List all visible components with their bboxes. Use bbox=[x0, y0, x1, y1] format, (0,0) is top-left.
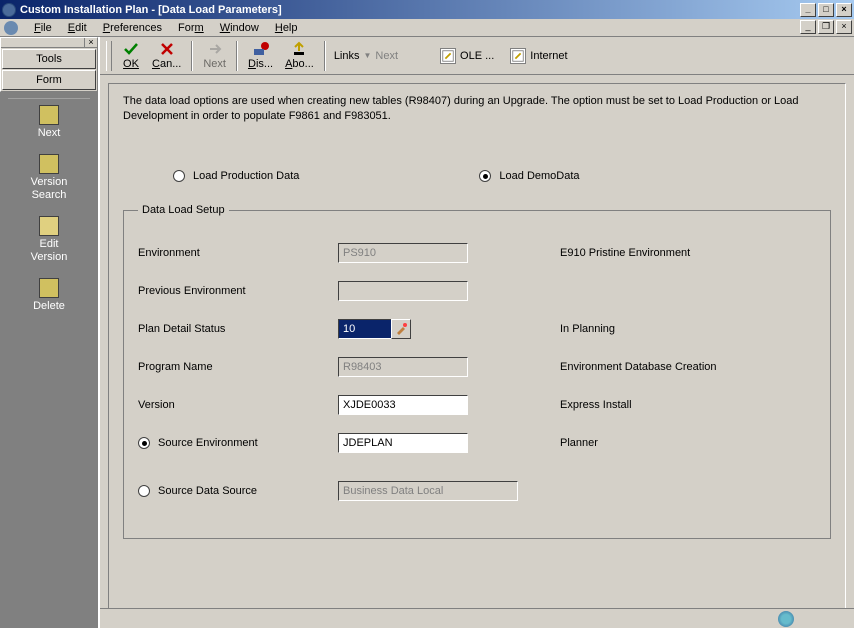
prev-environment-label: Previous Environment bbox=[138, 285, 338, 297]
toolbar-grip[interactable] bbox=[106, 41, 112, 71]
internet-button[interactable]: Internet bbox=[510, 48, 567, 64]
internet-label: Internet bbox=[530, 50, 567, 62]
flashlight-icon bbox=[394, 322, 408, 336]
tool-panel-close-icon[interactable]: × bbox=[85, 38, 97, 47]
tools-button[interactable]: Tools bbox=[2, 49, 96, 69]
mdi-app-icon[interactable] bbox=[4, 21, 18, 35]
app-icon bbox=[2, 3, 16, 17]
plan-status-field[interactable] bbox=[338, 319, 392, 339]
arrow-right-icon bbox=[206, 41, 224, 57]
ole-label: OLE ... bbox=[460, 50, 494, 62]
menu-window[interactable]: Window bbox=[212, 20, 267, 36]
ok-label: OK bbox=[123, 58, 139, 70]
ole-button[interactable]: OLE ... bbox=[440, 48, 494, 64]
statusbar bbox=[100, 608, 854, 628]
tool-panel-grip[interactable] bbox=[1, 38, 85, 47]
search-icon bbox=[39, 154, 59, 174]
environment-label: Environment bbox=[138, 247, 338, 259]
version-field[interactable] bbox=[338, 395, 468, 415]
version-desc: Express Install bbox=[530, 399, 816, 411]
source-data-source-label: Source Data Source bbox=[158, 485, 257, 497]
description-text: The data load options are used when crea… bbox=[123, 94, 831, 124]
load-type-radio-group: Load Production Data Load DemoData bbox=[123, 142, 831, 204]
left-panel: × Tools Form Next VersionSearch EditVers… bbox=[0, 37, 98, 628]
menubar: File Edit Preferences Form Window Help _… bbox=[0, 19, 854, 37]
mdi-minimize-button[interactable]: _ bbox=[800, 20, 816, 34]
checkmark-icon bbox=[122, 41, 140, 57]
sidebar: Next VersionSearch EditVersion Delete bbox=[0, 92, 98, 628]
source-environment-desc: Planner bbox=[530, 437, 816, 449]
sidebar-label-edit-version: EditVersion bbox=[0, 238, 98, 264]
environment-field bbox=[338, 243, 468, 263]
source-environment-label: Source Environment bbox=[158, 437, 258, 449]
close-button[interactable]: × bbox=[836, 3, 852, 17]
arrow-right-icon bbox=[39, 105, 59, 125]
visual-assist-button[interactable] bbox=[391, 319, 411, 339]
links-label[interactable]: Links ▼ Next bbox=[334, 50, 398, 62]
radio-selected-icon bbox=[138, 437, 150, 449]
version-label: Version bbox=[138, 399, 338, 411]
sidebar-label-version-search: VersionSearch bbox=[0, 176, 98, 202]
cancel-button[interactable]: Can... bbox=[146, 41, 187, 70]
data-load-setup-fieldset: Data Load Setup Environment E910 Pristin… bbox=[123, 204, 831, 539]
sidebar-item-version-search[interactable]: VersionSearch bbox=[0, 154, 98, 202]
prev-environment-field bbox=[338, 281, 468, 301]
sidebar-item-next[interactable]: Next bbox=[0, 105, 98, 140]
edit-icon bbox=[39, 216, 59, 236]
x-icon bbox=[158, 41, 176, 57]
mdi-restore-button[interactable]: ❐ bbox=[818, 20, 834, 34]
window-titlebar: Custom Installation Plan - [Data Load Pa… bbox=[0, 0, 854, 19]
environment-desc: E910 Pristine Environment bbox=[530, 247, 816, 259]
source-data-source-field bbox=[338, 481, 518, 501]
plan-status-label: Plan Detail Status bbox=[138, 323, 338, 335]
ok-button[interactable]: OK bbox=[116, 41, 146, 70]
about-button[interactable]: Abo... bbox=[279, 41, 320, 70]
program-name-field bbox=[338, 357, 468, 377]
menu-edit[interactable]: Edit bbox=[60, 20, 95, 36]
links-next-label: Next bbox=[375, 50, 398, 62]
menu-help[interactable]: Help bbox=[267, 20, 306, 36]
radio-icon bbox=[173, 170, 185, 182]
menu-form[interactable]: Form bbox=[170, 20, 212, 36]
sidebar-label-delete: Delete bbox=[0, 300, 98, 313]
ole-icon bbox=[440, 48, 456, 64]
display-icon bbox=[252, 41, 270, 57]
display-button[interactable]: Dis... bbox=[242, 41, 279, 70]
window-title: Custom Installation Plan - [Data Load Pa… bbox=[20, 4, 800, 16]
toolbar: OK Can... Next Dis... Abo... Link bbox=[100, 37, 854, 75]
maximize-button[interactable]: □ bbox=[818, 3, 834, 17]
next-label: Next bbox=[203, 58, 226, 70]
radio-demo-label: Load DemoData bbox=[499, 170, 579, 182]
mdi-close-button[interactable]: × bbox=[836, 20, 852, 34]
globe-icon bbox=[778, 611, 794, 627]
source-environment-field[interactable] bbox=[338, 433, 468, 453]
program-name-desc: Environment Database Creation bbox=[530, 361, 816, 373]
sidebar-item-edit-version[interactable]: EditVersion bbox=[0, 216, 98, 264]
sidebar-item-delete[interactable]: Delete bbox=[0, 278, 98, 313]
radio-selected-icon bbox=[479, 170, 491, 182]
radio-icon bbox=[138, 485, 150, 497]
dropdown-icon: ▼ bbox=[364, 51, 372, 60]
internet-icon bbox=[510, 48, 526, 64]
delete-icon bbox=[39, 278, 59, 298]
program-name-label: Program Name bbox=[138, 361, 338, 373]
minimize-button[interactable]: _ bbox=[800, 3, 816, 17]
plan-status-desc: In Planning bbox=[530, 323, 816, 335]
form-button[interactable]: Form bbox=[2, 70, 96, 90]
radio-load-production[interactable]: Load Production Data bbox=[173, 170, 299, 182]
form-panel: The data load options are used when crea… bbox=[108, 83, 846, 620]
next-button[interactable]: Next bbox=[197, 41, 232, 70]
sidebar-label-next: Next bbox=[0, 127, 98, 140]
radio-source-environment[interactable]: Source Environment bbox=[138, 437, 338, 449]
tool-panel: × Tools Form bbox=[0, 37, 98, 92]
about-icon bbox=[290, 41, 308, 57]
menu-preferences[interactable]: Preferences bbox=[95, 20, 170, 36]
menu-file[interactable]: File bbox=[26, 20, 60, 36]
radio-load-demo[interactable]: Load DemoData bbox=[479, 170, 579, 182]
radio-production-label: Load Production Data bbox=[193, 170, 299, 182]
content-area: OK Can... Next Dis... Abo... Link bbox=[98, 37, 854, 628]
fieldset-legend: Data Load Setup bbox=[138, 204, 229, 216]
radio-source-data-source[interactable]: Source Data Source bbox=[138, 485, 338, 497]
